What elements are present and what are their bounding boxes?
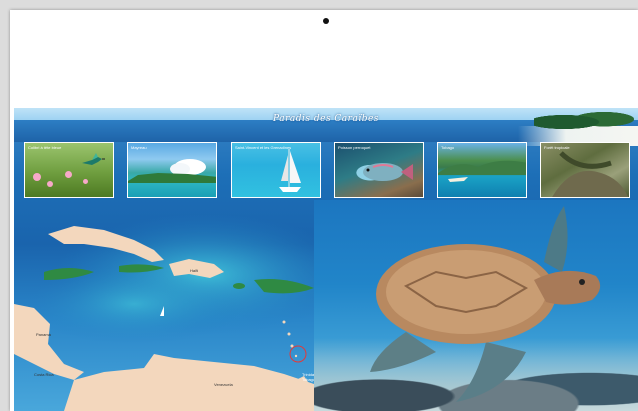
thumb-caption: Poisson perroquet: [338, 145, 371, 150]
thumb-caption: Mayreau: [131, 145, 147, 150]
label-panama: Panama: [36, 332, 51, 337]
photo-strip: Colibri à tête bleue Mayreau Saint-Vince…: [14, 142, 638, 200]
hummingbird-icon: [82, 153, 105, 165]
label-haiti: Haïti: [190, 268, 199, 273]
thumb-caption: Tobago: [441, 145, 455, 150]
thumb-mayreau: Mayreau: [127, 142, 217, 198]
thumb-forest: Forêt tropicale: [540, 142, 630, 198]
caribbean-poster: Paradis des Caraïbes Colibri à tête bleu…: [14, 108, 638, 411]
thumb-hummingbird: Colibri à tête bleue: [24, 142, 114, 198]
forest-icon: [552, 151, 629, 197]
fish-icon: [363, 163, 413, 181]
grenadines-marker: [289, 345, 307, 363]
bay-icon: [438, 160, 526, 182]
poster-title: Paradis des Caraïbes: [273, 114, 379, 124]
sailboat-icon: [279, 149, 301, 192]
thumb-caption: Saint-Vincent et les Grenadines: [235, 145, 292, 150]
thumb-parrotfish: Poisson perroquet: [334, 142, 424, 198]
label-costa-rica: Costa Rica: [34, 372, 54, 377]
poster-page: Paradis des Caraïbes Colibri à tête bleu…: [10, 10, 638, 411]
thumb-caption: Forêt tropicale: [544, 145, 570, 150]
label-venezuela: Venezuela: [214, 382, 233, 387]
island-icon: [128, 159, 216, 183]
thumb-caption: Colibri à tête bleue: [28, 145, 62, 150]
thumb-sailboat: Saint-Vincent et les Grenadines: [231, 142, 321, 198]
hanging-hole: [323, 18, 329, 24]
sea-turtle-icon: [370, 206, 601, 402]
thumb-tobago: Tobago: [437, 142, 527, 198]
